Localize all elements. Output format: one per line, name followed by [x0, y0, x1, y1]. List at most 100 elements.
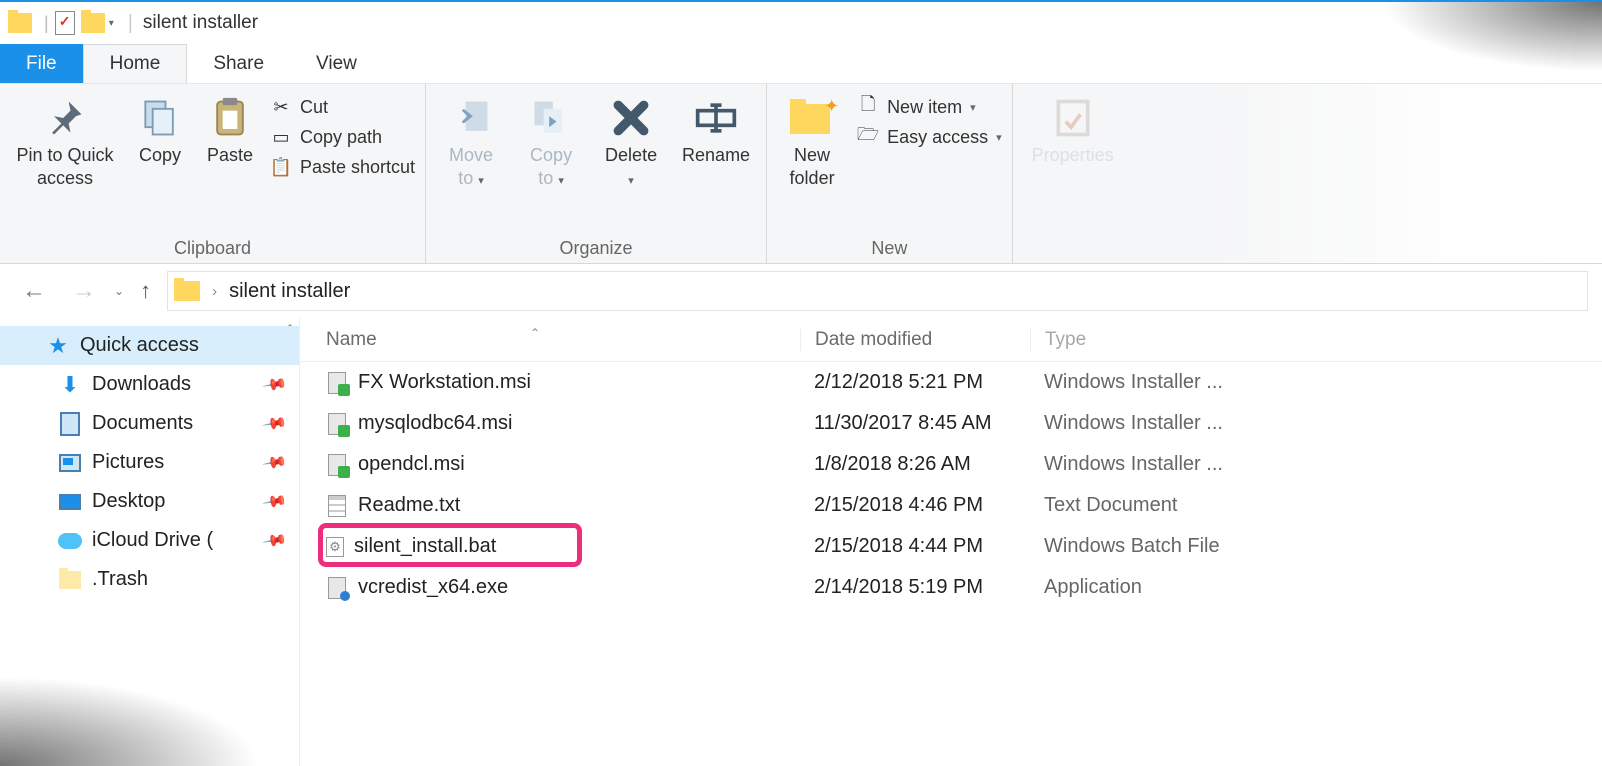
new-folder-icon: ✦: [790, 96, 834, 140]
ribbon-tabs: File Home Share View: [0, 44, 1602, 84]
explorer-window: | ▾ | silent installer File Home Share V…: [0, 0, 1602, 766]
scissors-icon: ✂: [270, 96, 292, 118]
content-area: ⌃ ★ Quick access ⬇ Downloads 📌 Documents…: [0, 318, 1602, 766]
ribbon-group-clipboard: Pin to Quick access Copy Paste ✂Cut ▭Cop…: [0, 84, 426, 263]
group-label: Organize: [436, 234, 756, 259]
folder-icon: [8, 13, 32, 33]
sidebar-item-label: Pictures: [92, 451, 164, 474]
file-name: Readme.txt: [358, 494, 460, 517]
file-type-icon: [326, 413, 348, 435]
file-name: silent_install.bat: [354, 535, 496, 558]
tab-share[interactable]: Share: [187, 44, 290, 83]
separator: |: [128, 12, 133, 35]
tab-home[interactable]: Home: [83, 44, 188, 83]
rename-button[interactable]: Rename: [676, 90, 756, 167]
column-type[interactable]: Type: [1030, 329, 1602, 351]
qat-dropdown-icon[interactable]: ▾: [109, 18, 114, 29]
back-button[interactable]: ←: [14, 273, 54, 309]
new-folder-qat-icon[interactable]: [81, 13, 105, 33]
tab-view[interactable]: View: [290, 44, 383, 83]
paste-button[interactable]: Paste: [200, 90, 260, 167]
file-name: mysqlodbc64.msi: [358, 412, 513, 435]
file-type: Text Document: [1030, 494, 1602, 517]
sidebar-quick-access[interactable]: ★ Quick access: [0, 326, 299, 365]
paste-icon: [208, 96, 252, 140]
move-to-icon: [449, 96, 493, 140]
file-row[interactable]: opendcl.msi1/8/2018 8:26 AMWindows Insta…: [300, 444, 1602, 485]
folder-icon: [174, 281, 200, 301]
folder-icon: [58, 569, 82, 591]
file-row[interactable]: silent_install.bat2/15/2018 4:44 PMWindo…: [300, 526, 1602, 567]
column-date-modified[interactable]: Date modified: [800, 329, 1030, 351]
easy-access-button[interactable]: 🗁Easy access ▾: [857, 126, 1002, 148]
ribbon-group-organize: Move to ▾ Copy to ▾ Delete▾ Rename Organ…: [426, 84, 767, 263]
chevron-right-icon: ›: [212, 283, 217, 300]
sort-indicator-icon: ⌃: [530, 326, 540, 340]
sidebar-documents[interactable]: Documents 📌: [0, 404, 299, 443]
delete-button[interactable]: Delete▾: [596, 90, 666, 189]
file-type: Windows Installer ...: [1030, 371, 1602, 394]
chevron-down-icon: ▾: [628, 175, 634, 187]
pin-icon: 📌: [261, 449, 289, 477]
chevron-down-icon: ▾: [996, 131, 1002, 144]
new-folder-button[interactable]: ✦ New folder: [777, 90, 847, 189]
properties-qat-icon[interactable]: [55, 11, 75, 35]
file-row[interactable]: FX Workstation.msi 2/12/2018 5:21 PMWindo…: [300, 362, 1602, 403]
cut-button[interactable]: ✂Cut: [270, 96, 415, 118]
properties-icon: [1051, 96, 1095, 140]
move-to-button[interactable]: Move to ▾: [436, 90, 506, 189]
breadcrumb-folder[interactable]: silent installer: [229, 280, 350, 303]
history-dropdown[interactable]: ⌄: [114, 284, 124, 298]
file-row[interactable]: mysqlodbc64.msi11/30/2017 8:45 AMWindows…: [300, 403, 1602, 444]
navigation-bar: ← → ⌄ ↑ › silent installer: [0, 264, 1602, 318]
file-row[interactable]: vcredist_x64.exe2/14/2018 5:19 PMApplica…: [300, 567, 1602, 608]
rename-icon: [694, 96, 738, 140]
pin-icon: 📌: [261, 410, 289, 438]
file-date: 1/8/2018 8:26 AM: [800, 453, 1030, 476]
sidebar-desktop[interactable]: Desktop 📌: [0, 482, 299, 521]
pin-to-quick-access-button[interactable]: Pin to Quick access: [10, 90, 120, 189]
sidebar-pictures[interactable]: Pictures 📌: [0, 443, 299, 482]
delete-icon: [609, 96, 653, 140]
properties-button[interactable]: Properties: [1023, 90, 1123, 167]
forward-button[interactable]: →: [64, 273, 104, 309]
file-name: opendcl.msi: [358, 453, 465, 476]
file-list: Name ⌃ Date modified Type FX Workstation…: [300, 318, 1602, 766]
sidebar-trash[interactable]: .Trash: [0, 560, 299, 599]
navigation-pane: ⌃ ★ Quick access ⬇ Downloads 📌 Documents…: [0, 318, 300, 766]
pin-icon: 📌: [261, 527, 289, 555]
sidebar-item-label: iCloud Drive (: [92, 529, 213, 552]
window-title: silent installer: [143, 12, 258, 34]
chevron-down-icon: ▾: [478, 175, 484, 187]
file-type: Windows Batch File: [1030, 535, 1602, 558]
file-row[interactable]: Readme.txt 2/15/2018 4:46 PMText Document: [300, 485, 1602, 526]
file-type: Windows Installer ...: [1030, 412, 1602, 435]
file-type-icon: [326, 577, 348, 599]
copy-button[interactable]: Copy: [130, 90, 190, 167]
copy-to-button[interactable]: Copy to ▾: [516, 90, 586, 189]
documents-icon: [58, 413, 82, 435]
file-date: 2/15/2018 4:46 PM: [800, 494, 1030, 517]
sidebar-icloud-drive[interactable]: iCloud Drive ( 📌: [0, 521, 299, 560]
paste-shortcut-button[interactable]: 📋Paste shortcut: [270, 156, 415, 178]
sidebar-downloads[interactable]: ⬇ Downloads 📌: [0, 365, 299, 404]
copy-to-icon: [529, 96, 573, 140]
new-item-icon: 🗋: [857, 96, 879, 118]
pin-icon: 📌: [261, 371, 289, 399]
tab-file[interactable]: File: [0, 44, 83, 83]
cloud-icon: [58, 530, 82, 552]
title-bar: | ▾ | silent installer: [0, 2, 1602, 44]
file-date: 2/12/2018 5:21 PM: [800, 371, 1030, 394]
sidebar-item-label: Quick access: [80, 334, 199, 357]
address-bar[interactable]: › silent installer: [167, 271, 1588, 311]
copy-path-icon: ▭: [270, 126, 292, 148]
file-type-icon: [326, 537, 344, 557]
column-headers: Name ⌃ Date modified Type: [300, 318, 1602, 362]
ribbon: Pin to Quick access Copy Paste ✂Cut ▭Cop…: [0, 84, 1602, 264]
up-button[interactable]: ↑: [134, 278, 157, 304]
column-name[interactable]: Name ⌃: [300, 329, 800, 351]
new-item-button[interactable]: 🗋New item ▾: [857, 96, 1002, 118]
file-name: FX Workstation.msi: [358, 371, 531, 394]
separator: |: [44, 13, 49, 34]
copy-path-button[interactable]: ▭Copy path: [270, 126, 415, 148]
